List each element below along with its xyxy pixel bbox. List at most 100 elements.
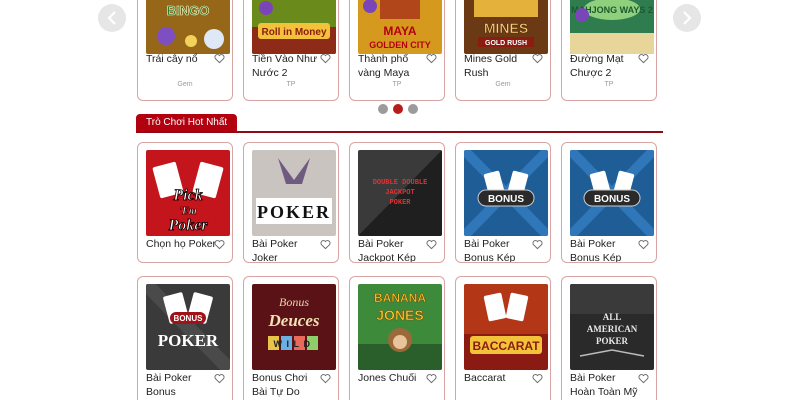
game-title[interactable]: Baccarat [464,371,536,385]
game-card[interactable]: Pick 'Em Poker Chọn họ Poker [137,142,233,263]
game-provider: Gem [177,81,193,88]
svg-text:Roll in Money: Roll in Money [262,27,327,38]
game-thumbnail[interactable]: ALL AMERICAN POKER [570,284,654,370]
svg-text:ALL: ALL [603,312,622,322]
game-thumbnail[interactable]: BONUS [464,150,548,236]
game-card[interactable]: BANANA JONES Jones Chuối [349,276,445,400]
carousel-pagination [378,104,418,114]
game-title[interactable]: Bài Poker Bonus Kép [570,237,642,262]
svg-text:BACCARAT: BACCARAT [472,339,540,353]
svg-text:GOLD RUSH: GOLD RUSH [485,40,527,47]
heart-icon[interactable] [532,239,543,250]
heart-icon[interactable] [638,53,649,64]
svg-text:GOLDEN CITY: GOLDEN CITY [369,40,431,50]
game-title[interactable]: Đường Mạt Chược 2 [570,52,642,80]
carousel-game-card[interactable]: BINGO Trái cây nổ Gem [137,0,233,101]
game-card[interactable]: POKER Bài Poker Joker [243,142,339,263]
section-divider [136,131,663,133]
game-thumbnail[interactable]: BANANA JONES [358,284,442,370]
heart-icon[interactable] [214,239,225,250]
chevron-right-icon [683,11,692,25]
game-thumbnail[interactable]: Roll in Money [252,0,336,54]
game-title[interactable]: Bài Poker Bonus Kép Kép [464,237,536,262]
carousel-game-card[interactable]: Roll in Money Tiền Vào Như Nước 2 TP [243,0,339,101]
svg-text:'Em: 'Em [179,206,196,217]
carousel-game-card[interactable]: MINES GOLD RUSH Mines Gold Rush Gem [455,0,551,101]
heart-icon[interactable] [320,373,331,384]
heart-icon[interactable] [214,53,225,64]
heart-icon[interactable] [638,373,649,384]
pagination-dot-active[interactable] [393,104,403,114]
heart-icon[interactable] [320,239,331,250]
svg-text:BONUS: BONUS [594,194,630,205]
svg-text:DOUBLE DOUBLE: DOUBLE DOUBLE [373,179,428,187]
heart-icon[interactable] [532,373,543,384]
game-title[interactable]: Trái cây nổ [146,52,218,66]
heart-icon[interactable] [532,53,543,64]
svg-text:Bonus: Bonus [279,295,309,309]
game-thumbnail[interactable]: MAHJONG WAYS 2 [570,0,654,54]
featured-carousel: BINGO Trái cây nổ Gem Roll in Money Tiền… [0,0,800,120]
carousel-prev-button[interactable] [98,4,126,32]
game-thumbnail[interactable]: MAYA GOLDEN CITY [358,0,442,54]
carousel-game-card[interactable]: MAYA GOLDEN CITY Thành phố vàng Maya TP [349,0,445,101]
game-title[interactable]: Tiền Vào Như Nước 2 [252,52,324,80]
chevron-left-icon [107,11,116,25]
game-title[interactable]: Bài Poker Bonus [146,371,218,399]
game-provider: TP [286,81,296,88]
game-provider: Gem [495,81,511,88]
heart-icon[interactable] [214,373,225,384]
game-thumbnail[interactable]: DOUBLE DOUBLE JACKPOT POKER [358,150,442,236]
carousel-next-button[interactable] [673,4,701,32]
svg-text:JACKPOT: JACKPOT [385,189,414,197]
game-title[interactable]: Bonus Chơi Bài Tự Do [252,371,324,399]
game-provider: TP [392,81,402,88]
svg-text:POKER: POKER [257,202,331,222]
game-card[interactable]: BONUS Bài Poker Bonus Kép Kép [455,142,551,263]
game-title[interactable]: Bài Poker Hoàn Toàn Mỹ [570,371,642,399]
carousel-game-card[interactable]: MAHJONG WAYS 2 Đường Mạt Chược 2 TP [561,0,657,101]
svg-text:Poker: Poker [167,217,208,234]
svg-text:POKER: POKER [389,199,411,207]
heart-icon[interactable] [426,53,437,64]
game-title[interactable]: Bài Poker Jackpot Kép Kép [358,237,430,262]
svg-text:BANANA: BANANA [374,291,426,305]
svg-text:WILD: WILD [274,339,315,349]
heart-icon[interactable] [320,53,331,64]
game-title[interactable]: Bài Poker Joker [252,237,324,262]
svg-text:BINGO: BINGO [167,3,210,18]
heart-icon[interactable] [426,373,437,384]
game-provider: TP [604,81,614,88]
heart-icon[interactable] [638,239,649,250]
game-thumbnail[interactable]: Bonus Deuces WILD [252,284,336,370]
svg-text:JONES: JONES [376,307,423,323]
svg-text:BONUS: BONUS [488,194,524,205]
svg-text:Deuces: Deuces [268,311,320,330]
game-thumbnail[interactable]: BONUS POKER [146,284,230,370]
game-card[interactable]: BACCARAT Baccarat [455,276,551,400]
game-thumbnail[interactable]: BONUS [570,150,654,236]
game-thumbnail[interactable]: BACCARAT [464,284,548,370]
game-thumbnail[interactable]: BINGO [146,0,230,54]
game-card[interactable]: BONUS POKER Bài Poker Bonus [137,276,233,400]
svg-text:MINES: MINES [484,20,528,36]
section-title: Trò Chơi Hot Nhất [136,114,238,132]
pagination-dot[interactable] [378,104,388,114]
svg-text:POKER: POKER [596,336,629,346]
svg-text:AMERICAN: AMERICAN [587,324,638,334]
game-title[interactable]: Jones Chuối [358,371,430,385]
game-title[interactable]: Chọn họ Poker [146,237,218,251]
game-card[interactable]: Bonus Deuces WILD Bonus Chơi Bài Tự Do [243,276,339,400]
svg-text:BONUS: BONUS [174,314,204,323]
game-card[interactable]: DOUBLE DOUBLE JACKPOT POKER Bài Poker Ja… [349,142,445,263]
game-thumbnail[interactable]: MINES GOLD RUSH [464,0,548,54]
game-thumbnail[interactable]: POKER [252,150,336,236]
pagination-dot[interactable] [408,104,418,114]
game-thumbnail[interactable]: Pick 'Em Poker [146,150,230,236]
game-title[interactable]: Mines Gold Rush [464,52,536,80]
svg-text:POKER: POKER [158,331,219,350]
game-card[interactable]: BONUS Bài Poker Bonus Kép [561,142,657,263]
heart-icon[interactable] [426,239,437,250]
game-title[interactable]: Thành phố vàng Maya [358,52,430,80]
game-card[interactable]: ALL AMERICAN POKER Bài Poker Hoàn Toàn M… [561,276,657,400]
